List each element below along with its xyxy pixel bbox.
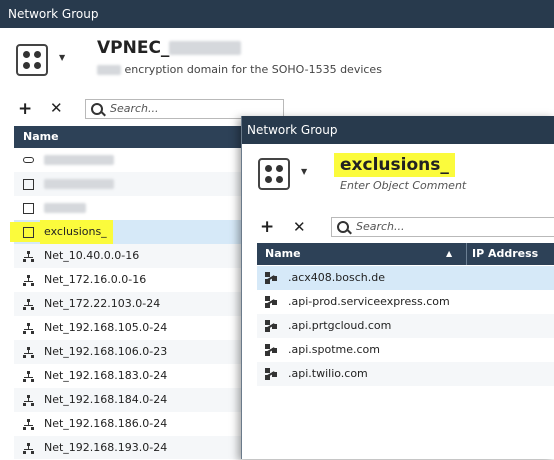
host-icon [23,157,34,163]
domain-icon [265,320,277,332]
network-group-icon [23,203,34,214]
network-group-icon [23,179,34,190]
table-row[interactable]: .api.spotme.com [257,338,554,362]
search-input[interactable] [108,101,292,116]
table-row[interactable]: .api-prod.serviceexpress.com [257,290,554,314]
network-group-icon[interactable] [258,158,290,190]
network-icon [23,323,34,334]
domain-icon [265,344,277,356]
window-title: Network Group [8,7,99,21]
list-item[interactable] [14,148,242,172]
window-titlebar[interactable]: Network Group [242,116,554,144]
network-group-icon[interactable] [16,44,48,76]
network-icon [23,347,34,358]
search-icon [91,103,103,115]
chevron-down-icon[interactable]: ▼ [301,167,307,176]
domain-icon [265,296,277,308]
list-item[interactable] [14,196,242,220]
search-input[interactable] [354,219,538,234]
column-header-name[interactable]: Name [14,126,242,148]
search-box[interactable] [331,217,554,237]
column-divider[interactable] [466,243,467,265]
list-item[interactable]: Net_192.168.106.0-23 [14,340,242,364]
list-item[interactable]: Net_192.168.193.0-24 [14,436,242,459]
table-row[interactable]: .api.twilio.com [257,362,554,386]
remove-button[interactable]: ✕ [50,99,63,117]
list-item[interactable]: Net_192.168.183.0-24 [14,364,242,388]
column-header-ip[interactable]: IP Address [472,243,538,265]
network-icon [23,443,34,454]
list-item[interactable]: Net_192.168.105.0-24 [14,316,242,340]
list-item[interactable]: Net_192.168.184.0-24 [14,388,242,412]
list-item[interactable]: Net_172.22.103.0-24 [14,292,242,316]
sort-ascending-icon[interactable]: ▲ [446,243,452,265]
list-item[interactable]: Net_10.40.0.0-16 [14,244,242,268]
object-name[interactable]: VPNEC_ [97,38,242,58]
add-button[interactable]: + [18,99,32,119]
window-titlebar[interactable]: Network Group [0,0,554,28]
network-group-window-exclusions: Network Group ▼ exclusions_ Enter Object… [241,116,554,459]
object-name[interactable]: exclusions_ [334,153,455,177]
window-title: Network Group [247,123,338,137]
table-row[interactable]: .api.prtgcloud.com [257,314,554,338]
domain-icon [265,368,277,380]
network-icon [23,251,34,262]
list-item[interactable]: Net_172.16.0.0-16 [14,268,242,292]
search-icon [337,221,349,233]
table-header: Name ▲ IP Address [257,243,554,265]
chevron-down-icon[interactable]: ▼ [59,53,65,62]
domain-icon [265,272,277,284]
network-icon [23,299,34,310]
list-item[interactable]: Net_192.168.186.0-24 [14,412,242,436]
network-icon [23,275,34,286]
network-icon [23,419,34,430]
object-comment[interactable]: encryption domain for the SOHO-1535 devi… [97,63,382,76]
network-icon [23,395,34,406]
column-header-name[interactable]: Name [265,243,301,265]
list-item[interactable] [14,172,242,196]
list-item-selected[interactable]: exclusions_ [10,220,242,244]
object-comment[interactable]: Enter Object Comment [340,179,466,192]
network-icon [23,371,34,382]
table-row[interactable]: .acx408.bosch.de [257,266,554,290]
remove-button[interactable]: ✕ [293,218,306,236]
add-button[interactable]: + [260,217,274,237]
